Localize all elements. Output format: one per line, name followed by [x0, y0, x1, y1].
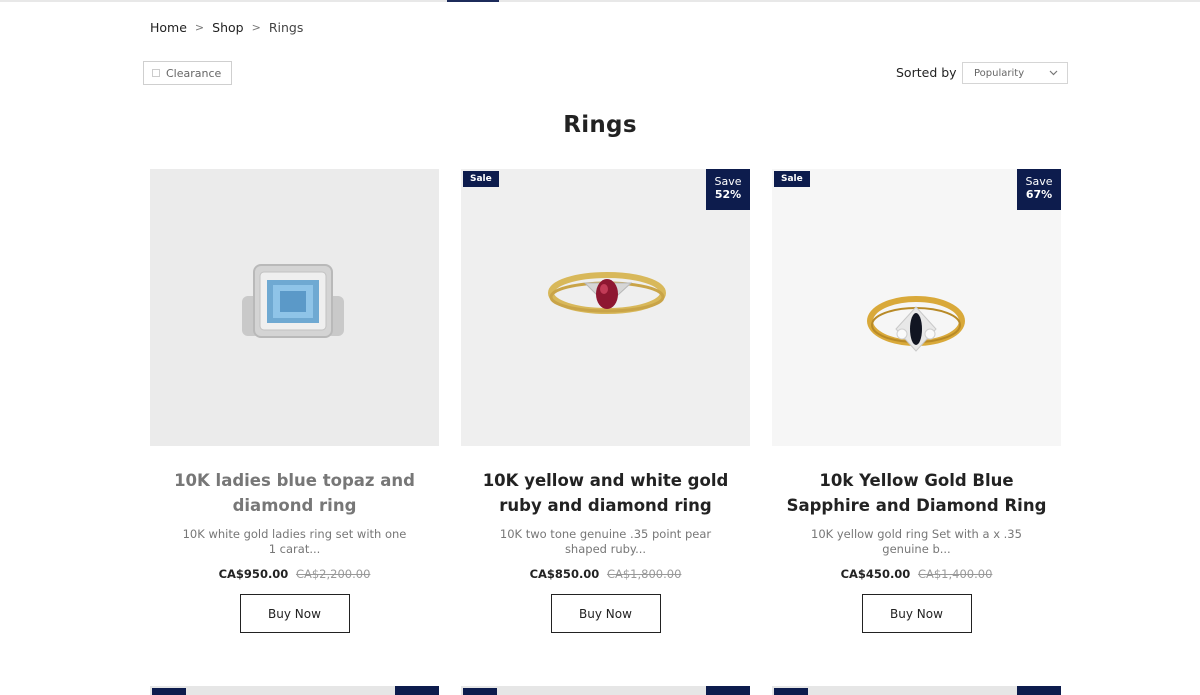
product-prices: CA$850.00 CA$1,800.00: [461, 567, 750, 581]
product-name[interactable]: 10k Yellow Gold Blue Sapphire and Diamon…: [772, 468, 1061, 518]
product-card-next-row[interactable]: [772, 686, 1061, 695]
nav-active-indicator: [447, 0, 499, 2]
page-title: Rings: [563, 112, 637, 138]
product-image[interactable]: Sale Save 67%: [772, 169, 1061, 446]
breadcrumb-shop[interactable]: Shop: [212, 20, 243, 35]
product-price: CA$850.00: [529, 567, 600, 581]
buy-now-button[interactable]: Buy Now: [861, 594, 972, 633]
product-name[interactable]: 10K ladies blue topaz and diamond ring: [150, 468, 439, 518]
save-badge: [395, 686, 439, 695]
product-card-next-row[interactable]: [461, 686, 750, 695]
top-divider: [0, 0, 1200, 2]
sale-badge: [774, 688, 808, 695]
product-description: 10K white gold ladies ring set with one …: [182, 527, 407, 556]
sale-badge: Sale: [774, 171, 810, 187]
save-badge: [1017, 686, 1061, 695]
save-badge: Save 67%: [1017, 169, 1061, 210]
clearance-checkbox[interactable]: [152, 69, 160, 77]
breadcrumb-current: Rings: [268, 20, 304, 35]
product-card: Sale Save 52% 10K yellow and white gold …: [461, 169, 750, 633]
save-badge: [706, 686, 750, 695]
product-image[interactable]: Sale Save 52%: [461, 169, 750, 446]
chevron-down-icon: [1049, 66, 1058, 83]
save-badge: Save 52%: [706, 169, 750, 210]
sort-selected-value: Popularity: [974, 67, 1025, 79]
product-card: 10K ladies blue topaz and diamond ring 1…: [150, 169, 439, 633]
breadcrumb: Home > Shop > Rings: [150, 20, 303, 35]
clearance-filter[interactable]: Clearance: [143, 61, 232, 85]
clearance-label: Clearance: [166, 66, 222, 80]
product-price: CA$950.00: [218, 567, 289, 581]
product-name[interactable]: 10K yellow and white gold ruby and diamo…: [461, 468, 750, 518]
product-prices: CA$950.00 CA$2,200.00: [150, 567, 439, 581]
sale-badge: Sale: [463, 171, 499, 187]
chevron-right-icon: >: [194, 21, 205, 34]
product-image[interactable]: [150, 169, 439, 446]
product-card-next-row[interactable]: [150, 686, 439, 695]
sale-badge: [152, 688, 186, 695]
buy-now-button[interactable]: Buy Now: [239, 594, 350, 633]
buy-now-button[interactable]: Buy Now: [550, 594, 661, 633]
sort-label: Sorted by: [896, 65, 957, 80]
product-old-price: CA$2,200.00: [295, 567, 371, 581]
save-percent: 67%: [1025, 188, 1053, 201]
save-percent: 52%: [714, 188, 742, 201]
save-label: Save: [1025, 175, 1053, 188]
product-price: CA$450.00: [840, 567, 911, 581]
product-description: 10K two tone genuine .35 point pear shap…: [499, 527, 712, 556]
product-prices: CA$450.00 CA$1,400.00: [772, 567, 1061, 581]
sale-badge: [463, 688, 497, 695]
breadcrumb-home[interactable]: Home: [150, 20, 187, 35]
product-old-price: CA$1,800.00: [606, 567, 682, 581]
sort-dropdown[interactable]: Popularity: [962, 62, 1068, 84]
product-card: Sale Save 67% 10k Yellow Gold Blue Sapph…: [772, 169, 1061, 633]
product-old-price: CA$1,400.00: [917, 567, 993, 581]
product-description: 10K yellow gold ring Set with a x .35 ge…: [811, 527, 1022, 556]
save-label: Save: [714, 175, 742, 188]
chevron-right-icon: >: [251, 21, 261, 34]
